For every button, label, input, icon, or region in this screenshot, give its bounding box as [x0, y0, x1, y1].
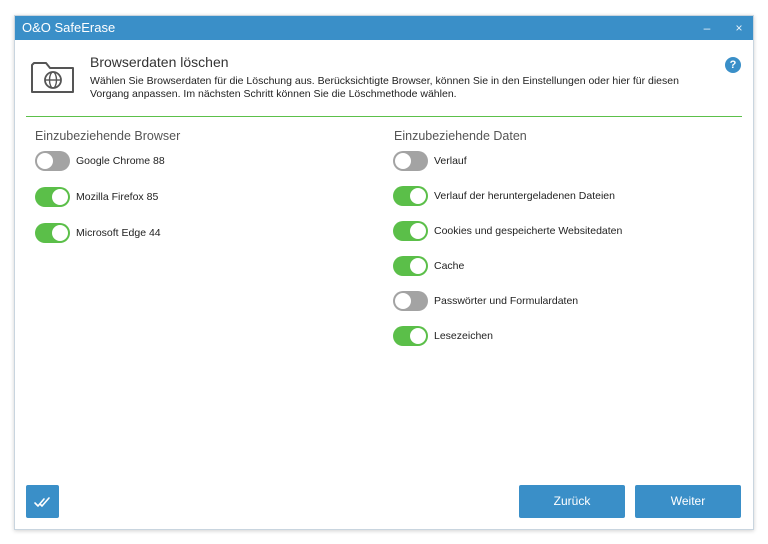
toggle-row[interactable]: Verlauf: [393, 150, 467, 172]
toggle-label: Microsoft Edge 44: [76, 227, 161, 239]
toggle-row[interactable]: Cache: [393, 255, 464, 277]
toggle-knob: [410, 328, 426, 344]
toggle-row[interactable]: Lesezeichen: [393, 325, 493, 347]
toggle-label: Verlauf der heruntergeladenen Dateien: [434, 190, 615, 202]
page-description: Wählen Sie Browserdaten für die Löschung…: [90, 75, 679, 100]
toggle-label: Mozilla Firefox 85: [76, 191, 159, 203]
toggle-switch[interactable]: [393, 291, 428, 311]
toggle-label: Google Chrome 88: [76, 155, 165, 167]
toggle-label: Passwörter und Formulardaten: [434, 295, 579, 307]
select-all-button[interactable]: [26, 485, 59, 518]
toggle-switch[interactable]: [393, 221, 428, 241]
browser-folder-icon: [29, 56, 77, 96]
toggle-knob: [410, 258, 426, 274]
toggle-row[interactable]: Mozilla Firefox 85: [35, 186, 158, 208]
title-bar[interactable]: O&O SafeErase – ×: [15, 16, 753, 40]
close-button[interactable]: ×: [730, 18, 748, 38]
toggle-knob: [410, 188, 426, 204]
toggle-switch[interactable]: [35, 223, 70, 243]
toggle-row[interactable]: Microsoft Edge 44: [35, 222, 161, 244]
browsers-section-title: Einzubeziehende Browser: [35, 129, 181, 143]
data-section-title: Einzubeziehende Daten: [394, 129, 527, 143]
toggle-row[interactable]: Google Chrome 88: [35, 150, 165, 172]
toggle-knob: [395, 293, 411, 309]
double-check-icon: [34, 497, 50, 507]
toggle-switch[interactable]: [393, 326, 428, 346]
back-button[interactable]: Zurück: [519, 485, 625, 518]
toggle-knob: [37, 153, 53, 169]
app-window: O&O SafeErase – × Browserdaten löschen W…: [14, 15, 754, 530]
toggle-label: Verlauf: [434, 155, 467, 167]
toggle-label: Cache: [434, 260, 465, 272]
toggle-knob: [52, 189, 68, 205]
minimize-button[interactable]: –: [698, 18, 716, 38]
toggle-knob: [395, 153, 411, 169]
window-title: O&O SafeErase: [22, 20, 116, 35]
toggle-switch[interactable]: [35, 187, 70, 207]
toggle-knob: [410, 223, 426, 239]
toggle-switch[interactable]: [393, 151, 428, 171]
toggle-switch[interactable]: [393, 186, 428, 206]
toggle-row[interactable]: Cookies und gespeicherte Websitedaten: [393, 220, 622, 242]
toggle-row[interactable]: Passwörter und Formulardaten: [393, 290, 578, 312]
page-title: Browserdaten löschen: [90, 54, 229, 70]
toggle-label: Lesezeichen: [434, 330, 493, 342]
toggle-knob: [52, 225, 68, 241]
help-button[interactable]: ?: [725, 57, 741, 73]
toggle-switch[interactable]: [393, 256, 428, 276]
next-button[interactable]: Weiter: [635, 485, 741, 518]
header-divider: [26, 116, 742, 117]
toggle-switch[interactable]: [35, 151, 70, 171]
toggle-row[interactable]: Verlauf der heruntergeladenen Dateien: [393, 185, 615, 207]
toggle-label: Cookies und gespeicherte Websitedaten: [434, 225, 623, 237]
